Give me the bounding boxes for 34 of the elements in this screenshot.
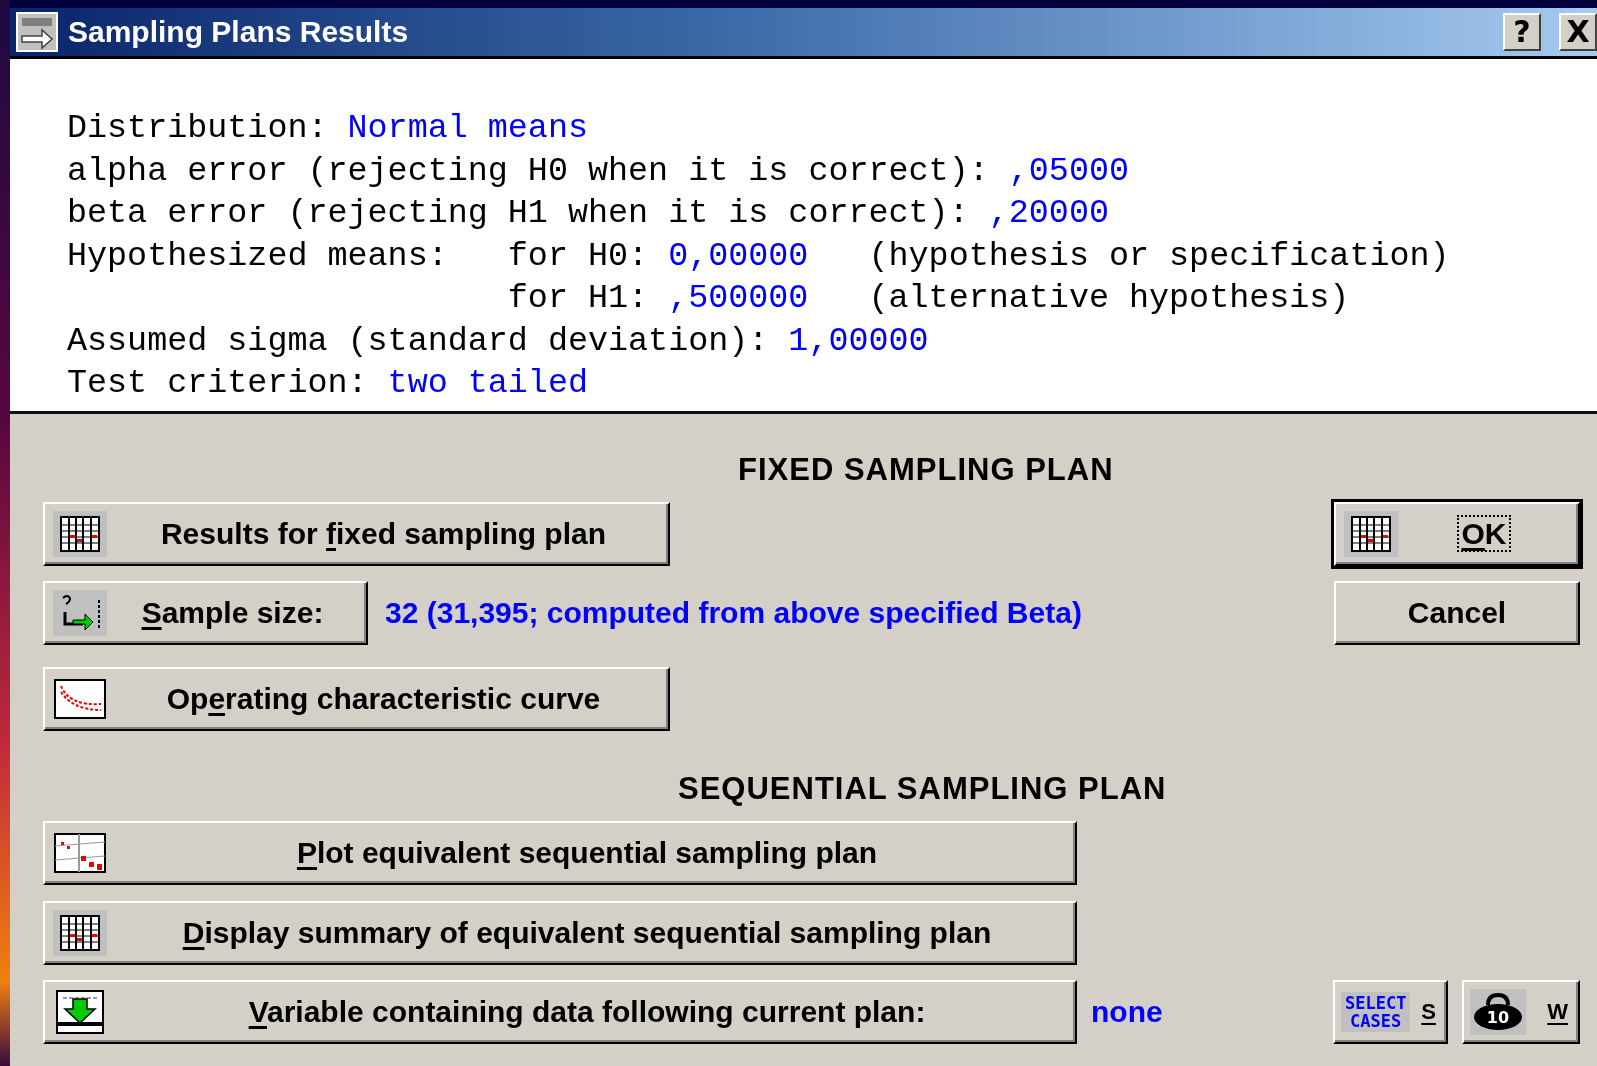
section-title: FIXED SAMPLING PLAN: [738, 451, 1114, 488]
report-line: Test criterion: two tailed: [67, 363, 588, 404]
report-label: Hypothesized means:: [67, 235, 448, 277]
report-line: Assumed sigma (standard deviation): 1,00000: [67, 320, 929, 362]
curve-button[interactable]: Operating characteristic curve: [43, 666, 670, 731]
table-button[interactable]: Display summary of equivalent sequential sampling plan: [43, 900, 1077, 965]
cancel-button[interactable]: Cancel: [1334, 580, 1580, 645]
download-icon: [53, 988, 107, 1035]
window-title: Sampling Plans Results: [68, 15, 410, 49]
report-line: beta error (rejecting H1 when it is correct): ,20000: [67, 193, 1109, 234]
table-icon: [53, 510, 107, 557]
result-text: none: [1091, 994, 1163, 1029]
weight-icon: 10: [1470, 988, 1526, 1035]
sequence-plot-button[interactable]: Plot equivalent sequential sampling plan: [43, 820, 1077, 885]
report-line: Distribution: Normal means: [67, 108, 588, 149]
ok-button[interactable]: OK: [1334, 501, 1580, 566]
table-icon: [1344, 510, 1398, 557]
section-title: SEQUENTIAL SAMPLING PLAN: [678, 770, 1167, 807]
hypothesis-note: (hypothesis or specification): [868, 235, 1450, 277]
hypothesis-name: for H1:: [507, 278, 649, 319]
hypothesis-note: (alternative hypothesis): [868, 278, 1350, 319]
app-icon: [16, 12, 58, 52]
close-button[interactable]: X: [1559, 13, 1597, 51]
hypothesis-name: for H0:: [507, 235, 649, 277]
sample-size-button[interactable]: Sample size:: [43, 580, 368, 645]
result-text: 32 (31,395; computed from above specified Beta): [385, 595, 1082, 630]
hypothesis-value: ,500000: [668, 278, 809, 319]
report-line: alpha error (rejecting H0 when it is correct): ,05000: [67, 150, 1129, 192]
variable-button[interactable]: Variable containing data following current plan:: [43, 979, 1077, 1044]
weight-button[interactable]: 10 W: [1462, 979, 1580, 1044]
table-icon: [53, 909, 107, 956]
table-button[interactable]: Results for fixed sampling plan: [43, 501, 670, 566]
help-button[interactable]: ?: [1503, 13, 1541, 51]
hypothesis-value: 0,00000: [668, 235, 809, 277]
